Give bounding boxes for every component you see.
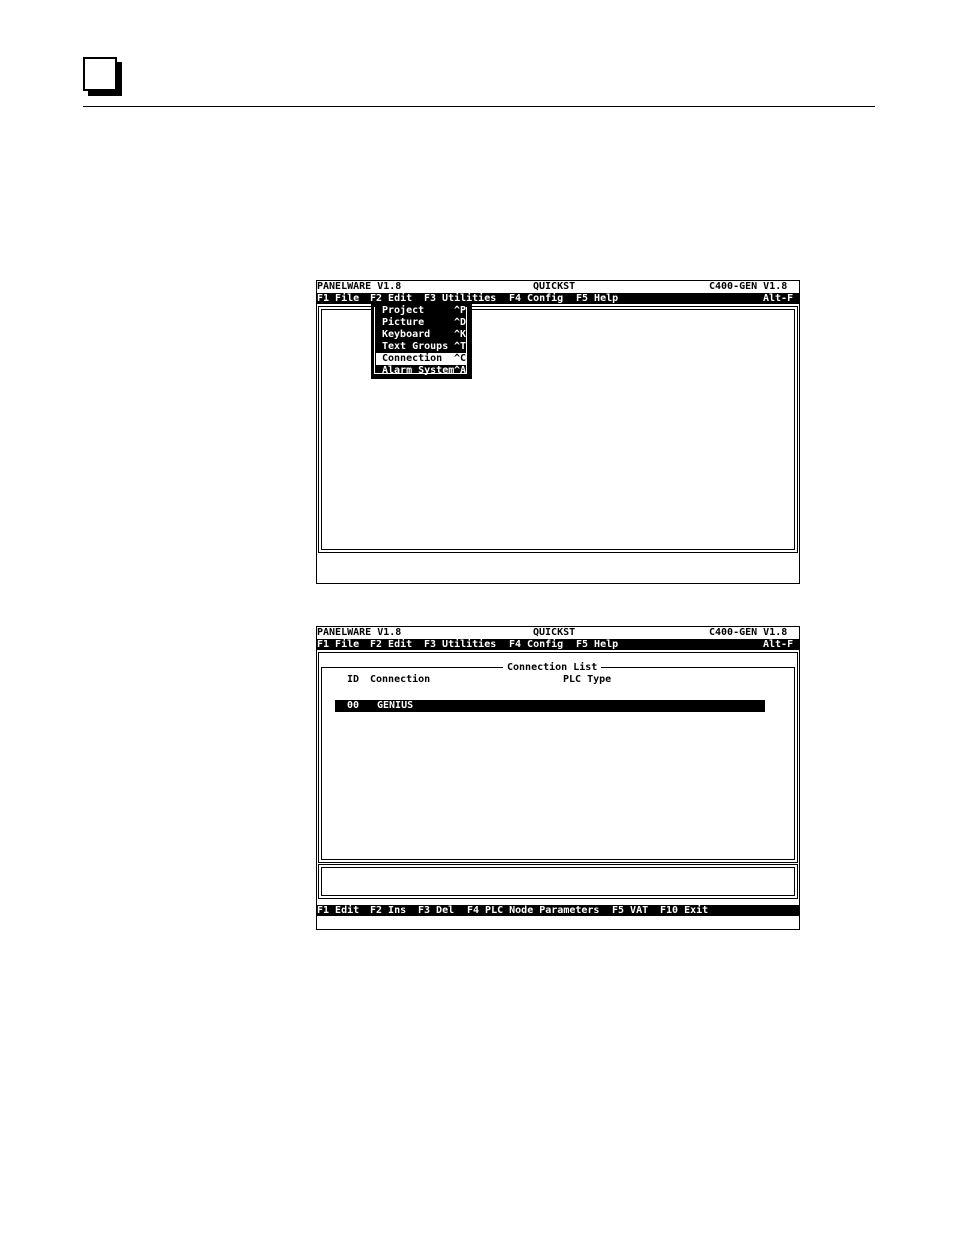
menu-file[interactable]: F1 File	[317, 293, 359, 304]
menu-item-label: Picture	[382, 317, 425, 328]
menu-item-key: ^A	[454, 365, 467, 376]
menu-bar: F1 File F2 Edit F3 Utilities F4 Config F…	[317, 293, 799, 304]
menu-item-key: ^T	[454, 341, 467, 352]
function-key-bar: F1 Edit F2 Ins F3 Del F4 PLC Node Parame…	[317, 905, 799, 916]
fkey-exit[interactable]: F10 Exit	[660, 905, 708, 916]
menu-item-key: ^C	[454, 353, 467, 364]
menu-shortcut: Alt-F	[763, 639, 794, 650]
app-version: C400-GEN V1.8	[709, 281, 788, 292]
screenshot-edit-menu: PANELWARE V1.8 QUICKST C400-GEN V1.8 F1 …	[316, 280, 800, 584]
row-connection: GENIUS	[377, 700, 414, 711]
menu-config[interactable]: F4 Config	[509, 639, 563, 650]
menu-help[interactable]: F5 Help	[576, 639, 618, 650]
menu-item-label: Text Groups	[382, 341, 449, 352]
menu-item-alarm-system[interactable]: Alarm System ^A	[371, 365, 472, 377]
window-title: Connection List	[503, 662, 602, 673]
menu-item-label: Alarm System	[382, 365, 455, 376]
column-header-connection: Connection	[370, 674, 431, 685]
menu-item-picture[interactable]: Picture ^D	[371, 317, 472, 329]
fkey-vat[interactable]: F5 VAT	[612, 905, 648, 916]
table-row[interactable]: 00 GENIUS	[335, 700, 765, 712]
menu-utilities[interactable]: F3 Utilities	[424, 293, 496, 304]
app-version: C400-GEN V1.8	[709, 627, 788, 638]
row-id: 00	[347, 700, 360, 711]
chapter-marker	[83, 57, 117, 91]
menu-item-label: Keyboard	[382, 329, 431, 340]
menu-item-key: ^K	[454, 329, 467, 340]
project-name: QUICKST	[533, 627, 576, 638]
menu-item-key: ^P	[454, 305, 467, 316]
menu-edit[interactable]: F2 Edit	[370, 639, 412, 650]
fkey-delete[interactable]: F3 Del	[418, 905, 454, 916]
project-name: QUICKST	[533, 281, 576, 292]
column-header-id: ID	[347, 674, 360, 685]
menu-item-text-groups[interactable]: Text Groups ^T	[371, 341, 472, 353]
menu-item-key: ^D	[454, 317, 467, 328]
menu-utilities[interactable]: F3 Utilities	[424, 639, 496, 650]
menu-item-project[interactable]: Project ^P	[371, 305, 472, 317]
fkey-plc-node-parameters[interactable]: F4 PLC Node Parameters	[467, 905, 599, 916]
menu-item-label: Project	[382, 305, 425, 316]
menu-config[interactable]: F4 Config	[509, 293, 563, 304]
fkey-insert[interactable]: F2 Ins	[370, 905, 406, 916]
menu-item-keyboard[interactable]: Keyboard ^K	[371, 329, 472, 341]
menu-shortcut: Alt-F	[763, 293, 794, 304]
app-title: PANELWARE V1.8	[317, 627, 402, 638]
app-title: PANELWARE V1.8	[317, 281, 402, 292]
list-window	[321, 667, 795, 860]
column-header-plc-type: PLC Type	[563, 674, 612, 685]
edit-dropdown-menu: Project ^P Picture ^D Keyboard ^K Text G…	[371, 304, 472, 379]
menu-edit[interactable]: F2 Edit	[370, 293, 412, 304]
fkey-edit[interactable]: F1 Edit	[317, 905, 359, 916]
header-rule	[83, 106, 875, 107]
menu-file[interactable]: F1 File	[317, 639, 359, 650]
screenshot-connection-list: PANELWARE V1.8 QUICKST C400-GEN V1.8 F1 …	[316, 626, 800, 930]
message-area	[321, 867, 795, 896]
menu-item-label: Connection	[382, 353, 443, 364]
menu-bar: F1 File F2 Edit F3 Utilities F4 Config F…	[317, 639, 799, 650]
menu-help[interactable]: F5 Help	[576, 293, 618, 304]
menu-item-connection[interactable]: Connection ^C	[376, 353, 467, 365]
